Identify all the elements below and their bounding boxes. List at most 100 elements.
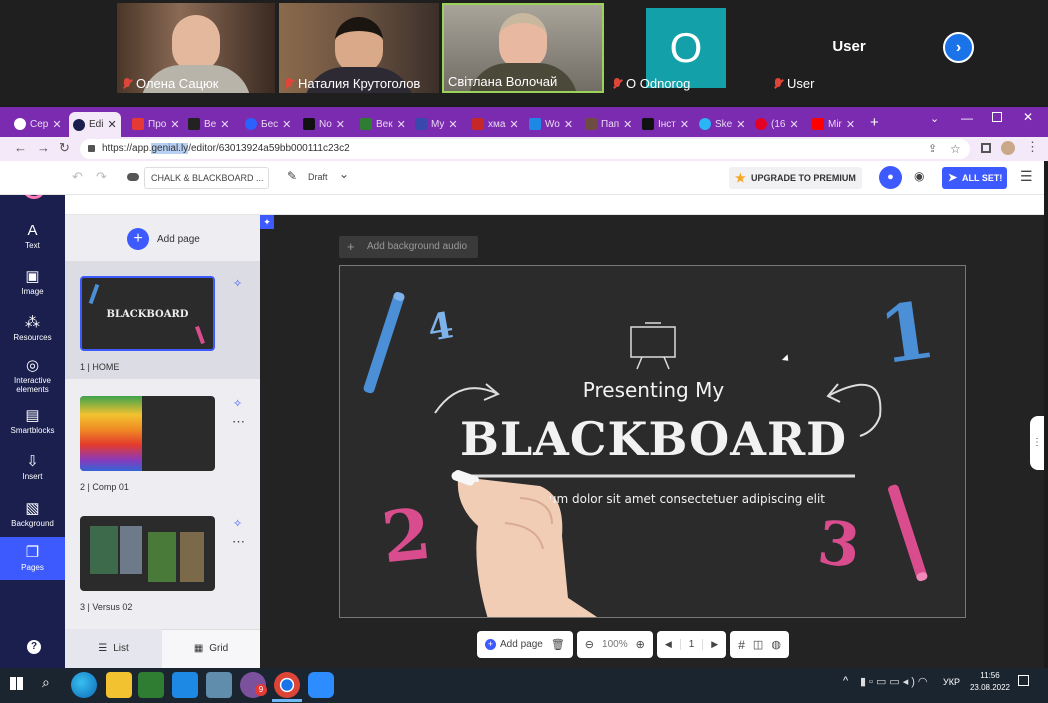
page-more-icon[interactable]: ⋯: [232, 414, 245, 430]
palette-icon[interactable]: ◍: [771, 638, 781, 651]
page-magic-wand-icon[interactable]: ✧: [233, 397, 242, 410]
add-page-button[interactable]: + Add page: [127, 228, 200, 250]
zoom-in-icon[interactable]: ⊕: [636, 638, 645, 651]
browser-menu-icon[interactable]: ⋮: [1026, 139, 1039, 155]
maximize-button[interactable]: [992, 112, 1002, 122]
preview-eye-icon[interactable]: ◉: [914, 169, 924, 183]
close-icon[interactable]: ✕: [509, 118, 518, 131]
upgrade-premium-button[interactable]: ★ UPGRADE TO PREMIUM: [729, 167, 862, 189]
zoom-app-icon[interactable]: [308, 672, 334, 698]
clock-date[interactable]: 23.08.2022: [966, 683, 1014, 692]
nav-resources[interactable]: ⁂ Resources: [0, 315, 65, 343]
all-set-button[interactable]: ➤ ALL SET!: [942, 167, 1007, 189]
participant-tile-5[interactable]: User User: [768, 3, 930, 93]
next-participants-button[interactable]: ›: [943, 32, 974, 63]
view-grid-button[interactable]: ▦ Grid: [162, 629, 260, 668]
browser-tab[interactable]: Пап ✕: [585, 113, 632, 135]
participant-tile-4[interactable]: O O Odnorog: [607, 3, 765, 93]
redo-icon[interactable]: ↷: [96, 169, 107, 185]
forward-arrow-icon[interactable]: →: [37, 140, 50, 155]
bookmark-star-icon[interactable]: ☆: [950, 139, 961, 159]
tab-search-chevron-icon[interactable]: ⌄: [930, 112, 939, 125]
close-icon[interactable]: ✕: [846, 118, 855, 131]
participant-tile-2[interactable]: Наталия Крутоголов: [279, 3, 439, 93]
zoom-level[interactable]: 100%: [602, 639, 628, 650]
app-icon[interactable]: [206, 672, 232, 698]
browser-tab[interactable]: My ✕: [415, 113, 458, 135]
browser-tab[interactable]: Mir ✕: [812, 113, 855, 135]
nav-interactive-elements[interactable]: ◎ Interactive elements: [0, 358, 65, 395]
trash-icon[interactable]: 🗑: [551, 638, 565, 651]
chevron-down-icon[interactable]: ⌄: [339, 167, 349, 181]
share-icon[interactable]: ⇪: [928, 139, 937, 159]
browser-tab[interactable]: Ве ✕: [188, 113, 229, 135]
close-icon[interactable]: ✕: [736, 118, 745, 131]
split-view-icon[interactable]: ◫: [753, 638, 763, 651]
action-center-icon[interactable]: [1018, 675, 1029, 686]
close-icon[interactable]: ✕: [282, 118, 291, 131]
keyboard-language[interactable]: УКР: [943, 677, 960, 687]
nav-image[interactable]: ▣ Image: [0, 269, 65, 297]
close-icon[interactable]: ✕: [623, 118, 632, 131]
zoom-out-icon[interactable]: ⊖: [585, 638, 594, 651]
tray-chevron-icon[interactable]: ^: [843, 675, 848, 687]
chrome-icon[interactable]: [274, 672, 300, 698]
browser-tab[interactable]: Бес ✕: [245, 113, 291, 135]
page-magic-wand-icon[interactable]: ✧: [233, 277, 242, 290]
close-icon[interactable]: ✕: [336, 118, 345, 131]
sidebar-icon[interactable]: [981, 143, 991, 153]
help-icon[interactable]: ?: [27, 640, 41, 654]
clock-time[interactable]: 11:56: [975, 671, 1005, 680]
search-icon[interactable]: ⌕: [42, 674, 50, 691]
close-icon[interactable]: ✕: [789, 118, 798, 131]
edge-icon[interactable]: [71, 672, 97, 698]
nav-smartblocks[interactable]: ▤ Smartblocks: [0, 408, 65, 436]
page-number[interactable]: 1: [679, 639, 704, 650]
close-window-button[interactable]: ✕: [1023, 110, 1033, 124]
nav-text[interactable]: A Text: [0, 223, 65, 251]
nav-pages[interactable]: ❐ Pages: [0, 537, 65, 580]
close-icon[interactable]: ✕: [52, 118, 61, 131]
participant-tile-3-active-speaker[interactable]: Світлана Волочай: [442, 3, 604, 93]
minimize-button[interactable]: —: [961, 111, 973, 125]
page-magic-wand-icon[interactable]: ✧: [233, 517, 242, 530]
close-icon[interactable]: ✕: [397, 118, 406, 131]
browser-tab[interactable]: No ✕: [303, 113, 345, 135]
browser-tab[interactable]: Про ✕: [132, 113, 180, 135]
pin-icon[interactable]: ✦: [260, 215, 274, 229]
add-background-audio-button[interactable]: + Add background audio: [339, 236, 478, 258]
browser-tab[interactable]: Век ✕: [360, 113, 406, 135]
add-page-bottom-button[interactable]: + Add page: [485, 639, 543, 650]
page-thumbnail-2[interactable]: [80, 396, 215, 471]
store-icon[interactable]: [138, 672, 164, 698]
back-arrow-icon[interactable]: ←: [14, 140, 27, 155]
browser-tab[interactable]: Wo ✕: [529, 113, 573, 135]
grid-hash-icon[interactable]: #: [738, 638, 745, 652]
browser-tab-active[interactable]: Edi ✕: [69, 112, 121, 137]
slide-canvas[interactable]: 4 1 2 3 Presenting My BLACKBOARD Lorem i…: [339, 265, 966, 618]
view-list-button[interactable]: ☰ List: [65, 629, 162, 668]
nav-background[interactable]: ▧ Background: [0, 501, 65, 529]
next-page-icon[interactable]: ▶: [711, 639, 718, 650]
nav-insert[interactable]: ⇩ Insert: [0, 454, 65, 482]
close-icon[interactable]: ✕: [107, 118, 116, 131]
new-tab-button[interactable]: +: [870, 114, 879, 131]
close-icon[interactable]: ✕: [564, 118, 573, 131]
profile-avatar[interactable]: [1001, 141, 1015, 155]
tray-icons[interactable]: ▮▫▭▭◂)◠: [860, 675, 931, 688]
prev-page-icon[interactable]: ◀: [665, 639, 672, 650]
side-panel-handle[interactable]: ⋮: [1030, 416, 1044, 470]
close-icon[interactable]: ✕: [448, 118, 457, 131]
page-thumbnail-1[interactable]: BLACKBOARD: [80, 276, 215, 351]
close-icon[interactable]: ✕: [170, 118, 179, 131]
browser-tab[interactable]: Ske ✕: [699, 113, 745, 135]
file-explorer-icon[interactable]: [106, 672, 132, 698]
close-icon[interactable]: ✕: [680, 118, 689, 131]
browser-tab[interactable]: (16 ✕: [755, 113, 799, 135]
page-thumbnail-3[interactable]: [80, 516, 215, 591]
windows-start-icon[interactable]: [10, 677, 23, 690]
reload-icon[interactable]: ↻: [59, 140, 70, 156]
browser-tab[interactable]: Інст ✕: [642, 113, 689, 135]
participant-tile-1[interactable]: Олена Сацюк: [117, 3, 275, 93]
undo-icon[interactable]: ↶: [72, 169, 83, 185]
